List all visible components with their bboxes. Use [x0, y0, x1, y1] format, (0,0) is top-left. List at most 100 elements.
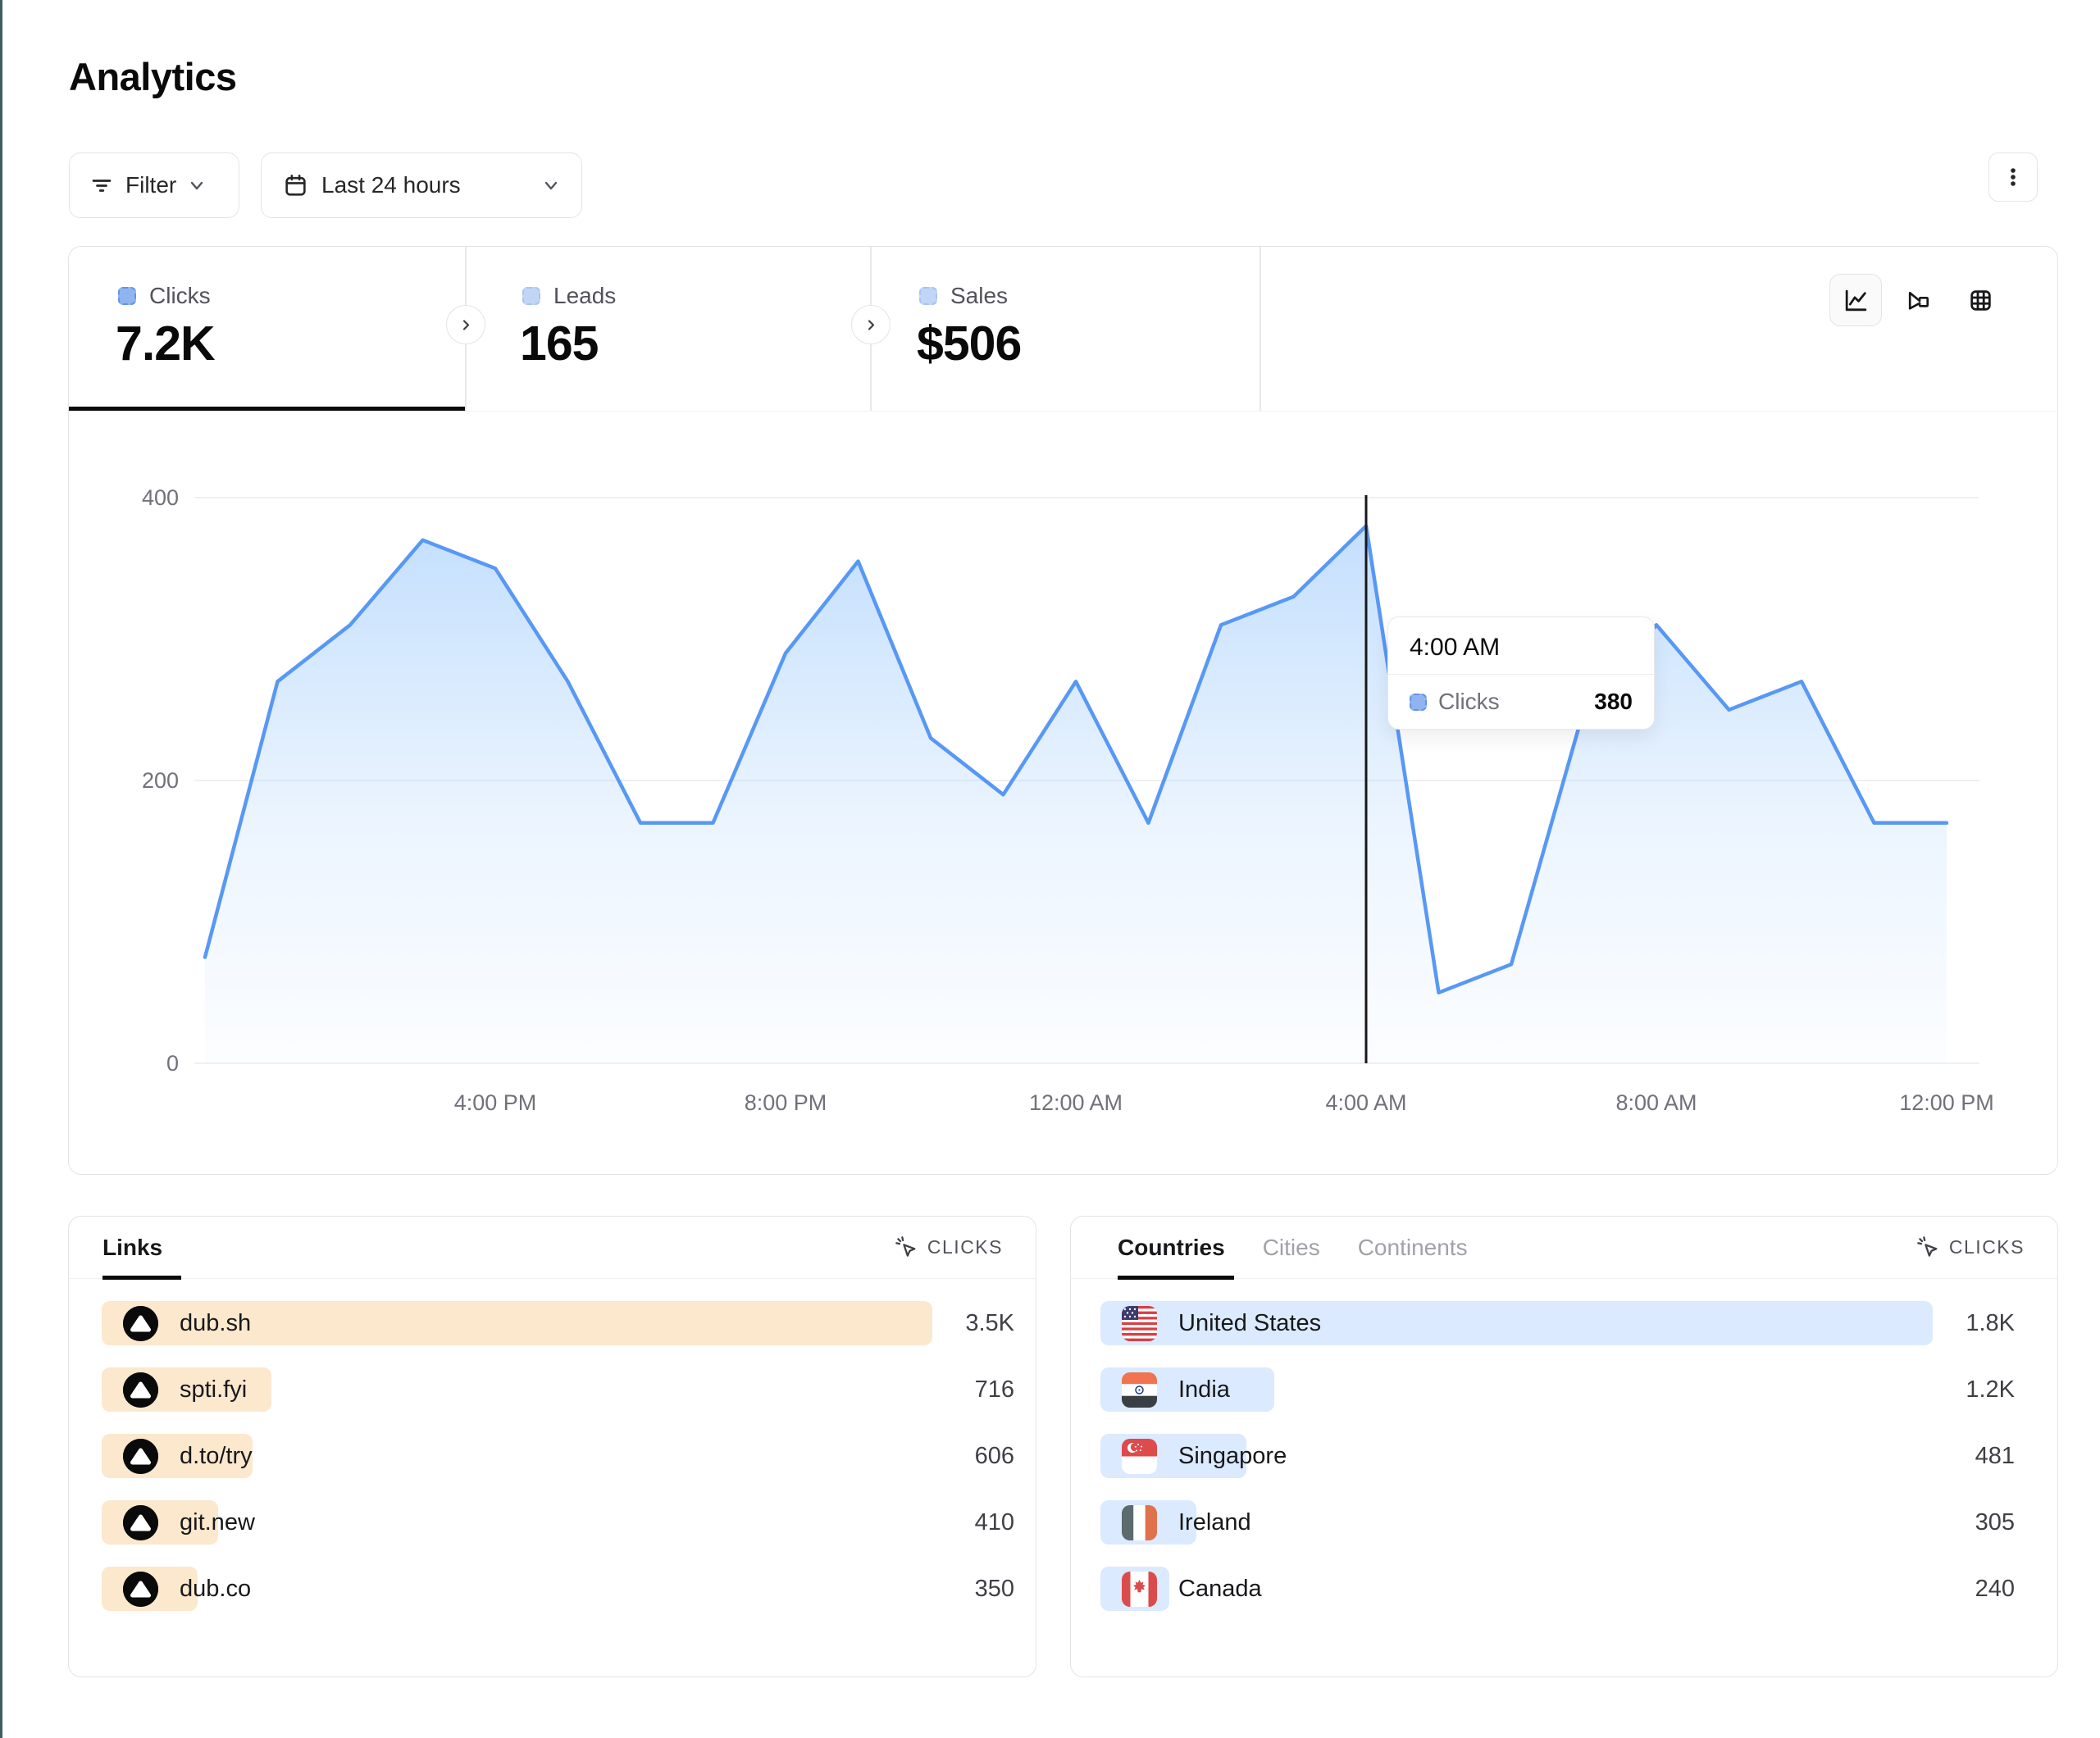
tab-sales[interactable]: Sales $506 [870, 247, 1260, 411]
links-metric-header[interactable]: CLICKS [894, 1235, 1003, 1260]
window-edge-accent [0, 0, 2, 1738]
row-label: Canada [1178, 1576, 1262, 1603]
cursor-click-icon [894, 1235, 919, 1260]
stat-label: Sales [950, 283, 1008, 309]
row-value: 350 [975, 1576, 1014, 1603]
clicks-legend-square-icon [1410, 694, 1427, 711]
link-row[interactable]: dub.sh 3.5K [102, 1301, 1014, 1345]
tab-leads[interactable]: Leads 165 [465, 247, 870, 411]
filter-button-label: Filter [125, 172, 176, 198]
country-row[interactable]: India1.2K [1100, 1367, 2015, 1412]
y-tick-label: 200 [121, 768, 179, 794]
more-options-button[interactable] [1988, 152, 2038, 202]
funnel-chart-icon [1904, 286, 1933, 315]
clicks-legend-square-icon [118, 287, 136, 305]
link-row[interactable]: git.new 410 [102, 1500, 1014, 1545]
country-row[interactable]: Singapore 481 [1100, 1434, 2015, 1478]
expand-leads-button[interactable] [446, 305, 485, 344]
row-value: 240 [1975, 1576, 2015, 1603]
active-tab-underline [69, 407, 465, 411]
tab-continents[interactable]: Continents [1358, 1235, 1468, 1261]
tab-links[interactable]: Links [102, 1235, 162, 1261]
x-tick-label: 8:00 AM [1583, 1090, 1730, 1116]
dub-logo-icon [123, 1505, 158, 1540]
filter-button[interactable]: Filter [69, 152, 239, 218]
row-label: d.to/try [180, 1443, 253, 1470]
tab-clicks[interactable]: Clicks 7.2K [69, 247, 465, 411]
tooltip-value: 380 [1594, 689, 1633, 715]
table-view-button[interactable] [1954, 274, 2007, 326]
metric-label: CLICKS [927, 1236, 1003, 1258]
row-label: dub.co [180, 1576, 251, 1603]
link-row[interactable]: spti.fyi716 [102, 1367, 1014, 1412]
row-value: 3.5K [965, 1310, 1014, 1337]
country-row[interactable]: United States 1.8K [1100, 1301, 2015, 1345]
x-tick-label: 4:00 PM [421, 1090, 569, 1116]
stat-value: 7.2K [116, 316, 215, 371]
expand-sales-button[interactable] [851, 305, 891, 344]
chart-tooltip: 4:00 AM Clicks 380 [1387, 616, 1655, 730]
row-value: 410 [975, 1509, 1014, 1536]
tooltip-series-label: Clicks [1438, 689, 1500, 715]
row-value: 1.8K [1966, 1310, 2015, 1337]
tooltip-time-label: 4:00 AM [1388, 617, 1654, 675]
tab-countries[interactable]: Countries [1118, 1235, 1225, 1261]
dub-logo-icon [123, 1372, 158, 1408]
x-tick-label: 12:00 AM [1002, 1090, 1150, 1116]
x-tick-label: 4:00 AM [1292, 1090, 1440, 1116]
dub-logo-icon [123, 1439, 158, 1474]
row-label: Ireland [1178, 1509, 1251, 1536]
divider [1260, 247, 1261, 411]
active-tab-underline [102, 1276, 181, 1280]
row-value: 305 [1975, 1509, 2015, 1536]
y-tick-label: 0 [121, 1051, 179, 1076]
row-value: 606 [975, 1443, 1014, 1470]
date-range-label: Last 24 hours [321, 172, 461, 198]
line-chart-icon [1842, 286, 1870, 315]
cursor-click-icon [1916, 1235, 1941, 1260]
table-grid-icon [1966, 286, 1995, 315]
row-label: India [1178, 1376, 1230, 1404]
in-flag-icon [1122, 1372, 1157, 1408]
line-chart-view-button[interactable] [1829, 274, 1882, 326]
metric-label: CLICKS [1949, 1236, 2025, 1258]
y-tick-label: 400 [121, 485, 179, 511]
funnel-chart-view-button[interactable] [1892, 274, 1944, 326]
us-flag-icon [1122, 1306, 1157, 1341]
x-tick-label: 8:00 PM [712, 1090, 859, 1116]
row-label: dub.sh [180, 1310, 251, 1337]
filter-icon [89, 173, 114, 198]
x-tick-label: 12:00 PM [1873, 1090, 2020, 1116]
countries-panel: Countries Cities Continents CLICKS Unite… [1070, 1216, 2058, 1677]
countries-metric-header[interactable]: CLICKS [1916, 1235, 2025, 1260]
page-title: Analytics [69, 54, 236, 99]
dub-logo-icon [123, 1306, 158, 1341]
leads-legend-square-icon [522, 287, 540, 305]
row-label: spti.fyi [180, 1376, 247, 1404]
chevron-down-icon [188, 176, 206, 194]
kebab-menu-icon [1999, 163, 2027, 191]
chart-view-switcher [1829, 274, 2007, 326]
row-value: 481 [1975, 1443, 2015, 1470]
country-row[interactable]: Ireland 305 [1100, 1500, 2015, 1545]
active-tab-underline [1118, 1276, 1234, 1280]
analytics-card: Clicks 7.2K Leads 165 Sales $506 [68, 246, 2058, 1175]
row-label: git.new [180, 1509, 255, 1536]
row-label: Singapore [1178, 1443, 1287, 1470]
links-panel: Links CLICKS dub.sh 3.5K spti.fyi716 d.to/t… [68, 1216, 1036, 1677]
dub-logo-icon [123, 1572, 158, 1607]
tab-cities[interactable]: Cities [1263, 1235, 1320, 1261]
row-label: United States [1178, 1310, 1321, 1337]
date-range-button[interactable]: Last 24 hours [261, 152, 582, 218]
country-row[interactable]: Canada 240 [1100, 1567, 2015, 1611]
stat-label: Leads [553, 283, 616, 309]
stat-value: 165 [520, 316, 598, 371]
stat-value: $506 [917, 316, 1021, 371]
stat-label: Clicks [149, 283, 211, 309]
ca-flag-icon [1122, 1572, 1157, 1607]
stats-tab-row: Clicks 7.2K Leads 165 Sales $506 [69, 247, 2057, 412]
link-row[interactable]: d.to/try 606 [102, 1434, 1014, 1478]
chevron-down-icon [542, 176, 560, 194]
link-row[interactable]: dub.co 350 [102, 1567, 1014, 1611]
calendar-icon [283, 173, 308, 198]
